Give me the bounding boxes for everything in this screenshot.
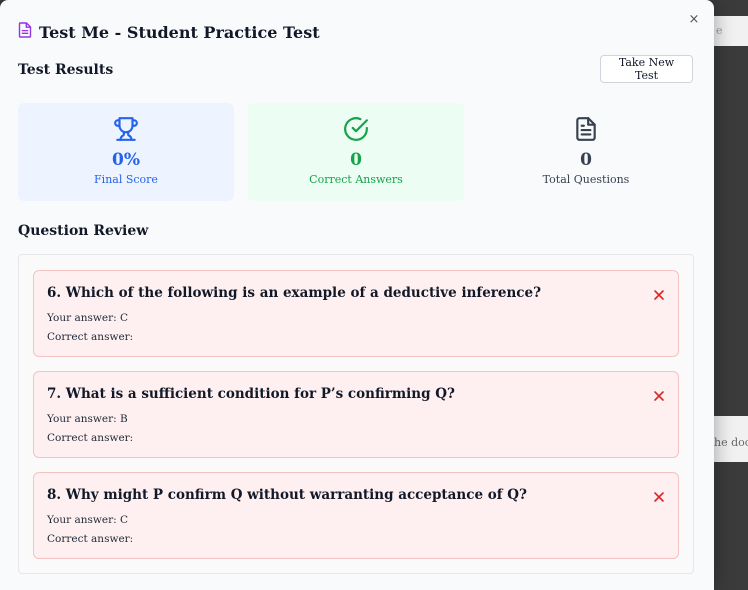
incorrect-x-icon bbox=[651, 287, 667, 303]
final-score-card: 0% Final Score bbox=[18, 103, 234, 201]
document-icon bbox=[573, 116, 599, 142]
check-circle-icon bbox=[343, 116, 369, 142]
trophy-icon bbox=[113, 116, 139, 142]
your-answer: Your answer: C bbox=[47, 514, 129, 526]
correct-answers-label: Correct Answers bbox=[309, 173, 403, 186]
correct-answer: Correct answer: bbox=[47, 432, 134, 444]
correct-answers-card: 0 Correct Answers bbox=[248, 103, 464, 201]
final-score-label: Final Score bbox=[94, 173, 158, 186]
question-item: 7. What is a sufficient condition for P’… bbox=[33, 371, 679, 458]
your-answer: Your answer: B bbox=[47, 413, 128, 425]
final-score-value: 0% bbox=[112, 150, 140, 170]
background-text: e bbox=[716, 24, 723, 37]
background-text-2: he doc bbox=[714, 436, 748, 449]
modal-title: Test Me - Student Practice Test bbox=[39, 22, 320, 42]
close-button[interactable]: × bbox=[686, 12, 702, 28]
total-questions-card: 0 Total Questions bbox=[478, 103, 694, 201]
question-review-list: 6. Which of the following is an example … bbox=[18, 254, 694, 574]
test-results-heading: Test Results bbox=[18, 62, 114, 78]
results-modal: × Test Me - Student Practice Test Test R… bbox=[0, 0, 714, 590]
question-text: 8. Why might P confirm Q without warrant… bbox=[47, 487, 527, 503]
background-toolbar: e bbox=[714, 16, 748, 46]
incorrect-x-icon bbox=[651, 489, 667, 505]
total-questions-value: 0 bbox=[580, 150, 592, 170]
question-text: 6. Which of the following is an example … bbox=[47, 285, 542, 301]
background-page bbox=[714, 0, 748, 590]
background-panel: he doc bbox=[714, 416, 748, 462]
question-text: 7. What is a sufficient condition for P’… bbox=[47, 386, 455, 402]
your-answer: Your answer: C bbox=[47, 312, 129, 324]
question-review-heading: Question Review bbox=[18, 223, 149, 239]
correct-answer: Correct answer: bbox=[47, 331, 134, 343]
incorrect-x-icon bbox=[651, 388, 667, 404]
take-new-test-button[interactable]: Take New Test bbox=[600, 55, 693, 83]
correct-answer: Correct answer: bbox=[47, 533, 134, 545]
correct-answers-value: 0 bbox=[350, 150, 362, 170]
modal-header: Test Me - Student Practice Test bbox=[18, 21, 320, 43]
question-item: 6. Which of the following is an example … bbox=[33, 270, 679, 357]
file-text-icon bbox=[18, 22, 32, 42]
question-item: 8. Why might P confirm Q without warrant… bbox=[33, 472, 679, 559]
total-questions-label: Total Questions bbox=[542, 173, 630, 186]
